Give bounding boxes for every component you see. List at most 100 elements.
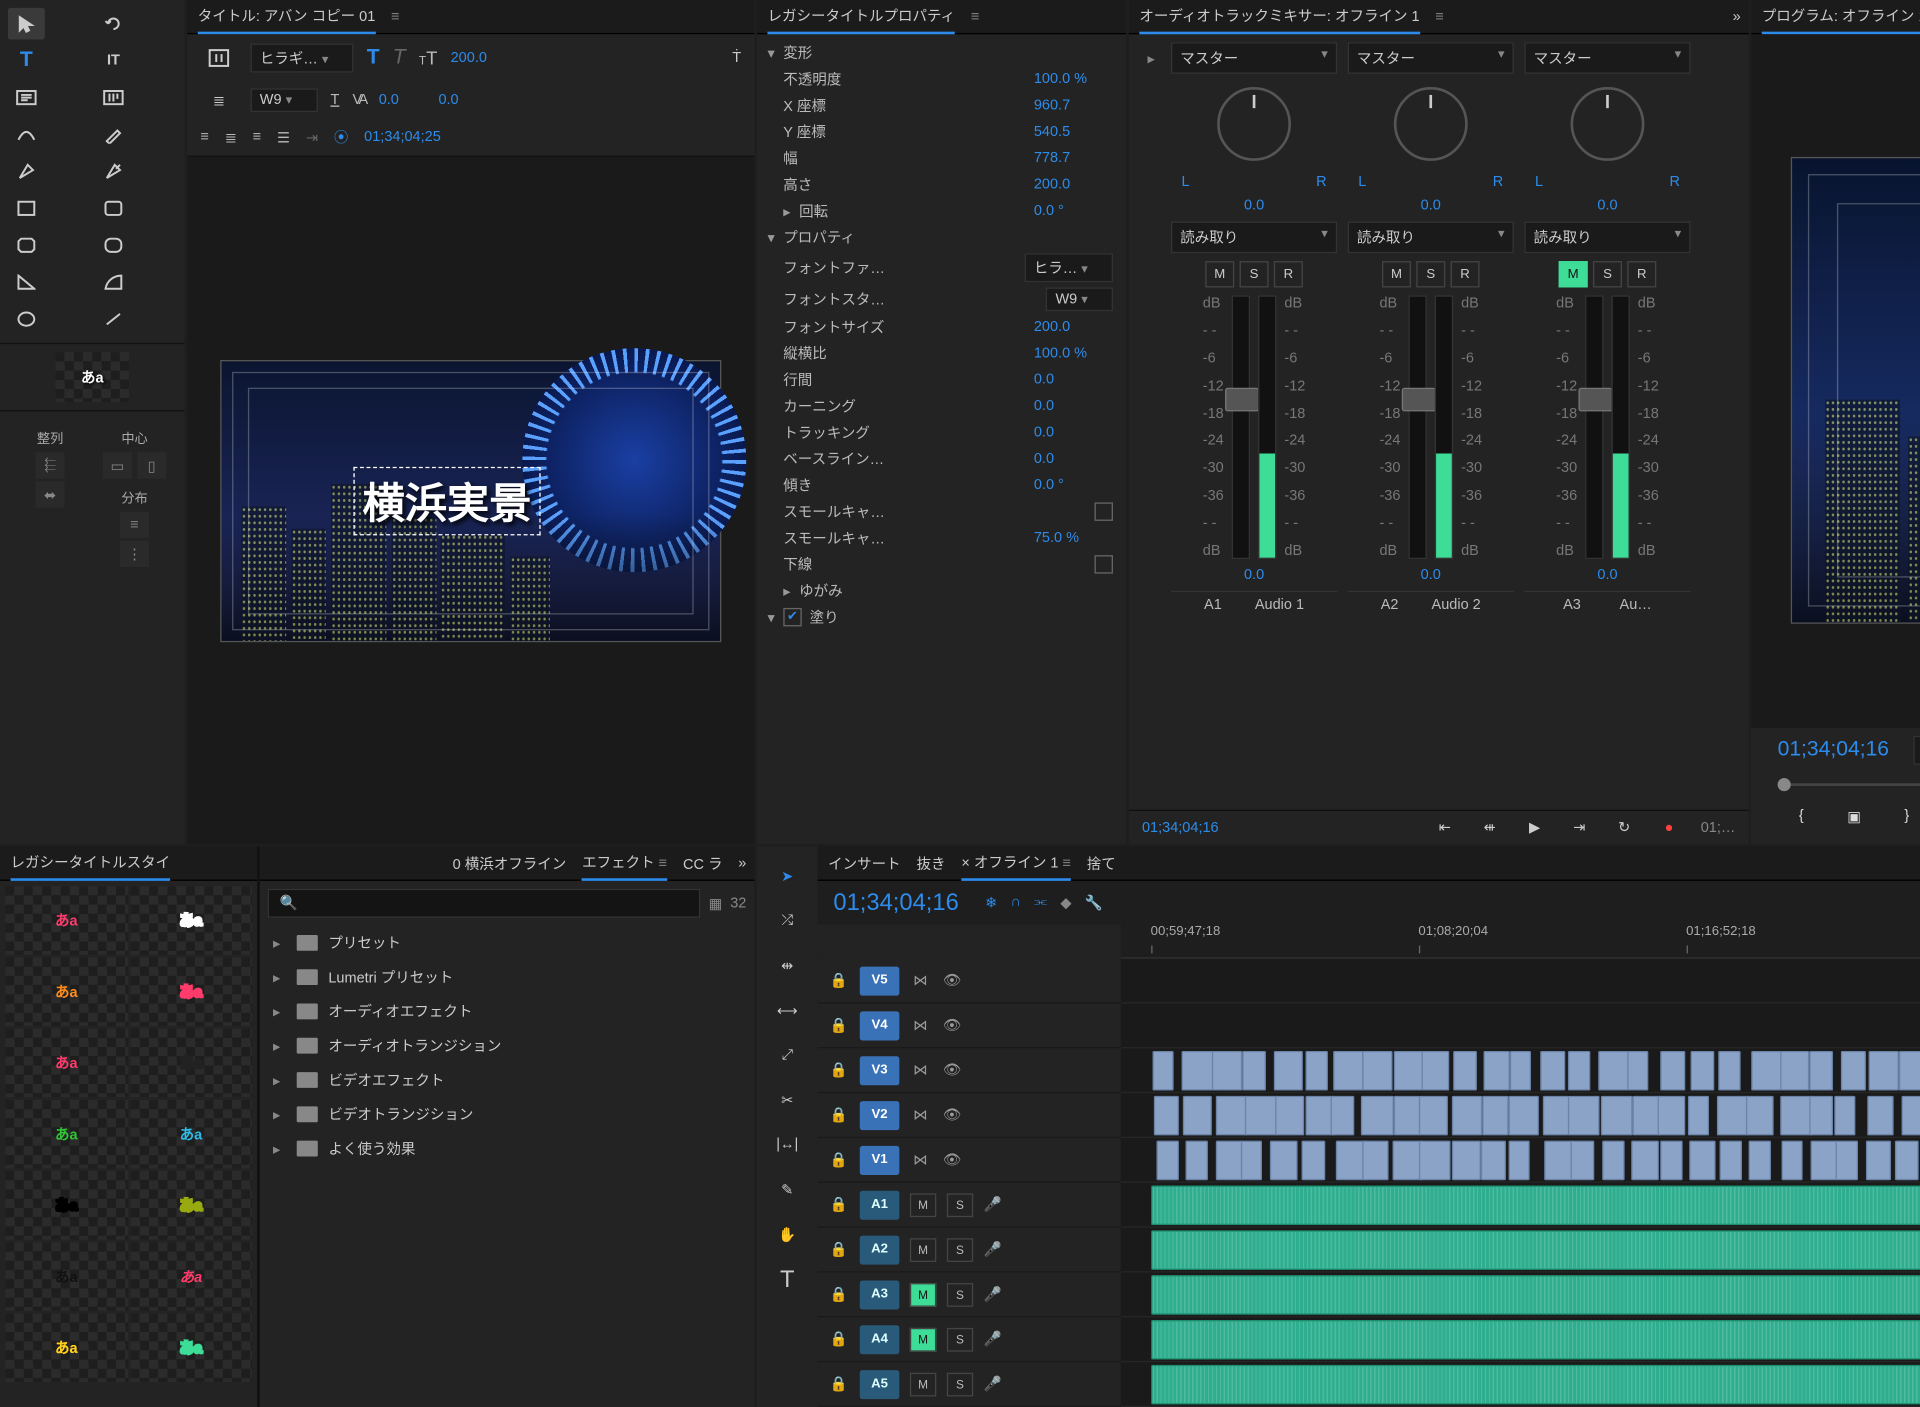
video-clip[interactable] [1660,1051,1686,1091]
title-style-swatch[interactable]: あa [5,1171,127,1240]
align-left[interactable]: ⬱ [36,452,65,478]
prop-checkbox[interactable] [1095,555,1113,573]
visibility-icon[interactable]: 👁 [942,1015,963,1036]
audio-track-badge[interactable]: A1 [860,1190,900,1219]
effects-folder[interactable]: ▸オーディオトランジション [260,1029,755,1063]
effects-folder[interactable]: ▸Lumetri プリセット [260,960,755,994]
solo-button[interactable]: S [1240,261,1269,287]
prop-value[interactable]: 100.0 % [1034,345,1113,361]
visibility-icon[interactable]: 👁 [942,1149,963,1170]
video-clip[interactable] [1869,1051,1900,1091]
video-clip[interactable] [1362,1051,1393,1091]
track-solo-button[interactable]: S [947,1282,973,1306]
audio-track-badge[interactable]: A3 [860,1280,900,1309]
audio-track-badge[interactable]: A4 [860,1325,900,1354]
video-clip[interactable] [1868,1096,1894,1136]
video-clip[interactable] [1274,1051,1302,1091]
effects-tab[interactable]: エフェクト ≡ [582,846,667,880]
title-text-element[interactable]: 横浜実景 [353,466,540,535]
prop-value[interactable]: 778.7 [1034,150,1113,166]
effects-tab[interactable]: CC ラ [683,847,722,879]
video-clip[interactable] [1657,1096,1685,1136]
video-clip[interactable] [1481,1141,1505,1181]
effects-folder[interactable]: ▸ビデオエフェクト [260,1063,755,1097]
video-clip[interactable] [1183,1096,1212,1136]
prop-checkbox[interactable] [1095,502,1113,520]
video-clip[interactable] [1781,1096,1814,1136]
channel-name[interactable]: Au… [1620,597,1652,613]
track-mute-button[interactable]: M [910,1372,936,1396]
video-clip[interactable] [1866,1141,1891,1181]
timeline-timecode[interactable]: 01;34;04;16 [833,889,958,917]
prop-value[interactable]: 0.0 [1034,451,1113,467]
video-track-badge[interactable]: V5 [860,966,900,995]
video-clip[interactable] [1746,1096,1774,1136]
solo-button[interactable]: S [1593,261,1622,287]
lock-icon[interactable]: 🔒 [828,1015,849,1036]
title-style-swatch[interactable]: あa [5,1313,127,1382]
audio-clip[interactable] [1151,1275,1920,1315]
video-clip[interactable] [1245,1096,1277,1136]
track-mute-button[interactable]: M [910,1327,936,1351]
video-clip[interactable] [1602,1141,1626,1181]
effects-more-icon[interactable]: » [738,855,743,871]
sequence-tab[interactable]: 抜き [916,847,945,879]
align-justify-icon[interactable]: ☰ [277,129,290,146]
record-button[interactable]: R [1627,261,1656,287]
video-clip[interactable] [1362,1141,1388,1181]
video-clip[interactable] [1333,1051,1363,1091]
tl-track-select-tool[interactable]: ⤮ [771,905,803,937]
properties-tab[interactable]: レガシータイトルプロパティ [767,0,955,34]
prop-value[interactable]: 200.0 [1034,177,1113,193]
volume-fader[interactable] [1585,295,1603,559]
title-style-swatch[interactable]: あa [130,886,252,955]
video-clip[interactable] [1717,1096,1748,1136]
tl-pen-tool[interactable]: ✎ [771,1174,803,1206]
pen-tool[interactable] [95,119,132,151]
track-solo-button[interactable]: S [947,1193,973,1217]
mute-button[interactable]: M [1382,261,1411,287]
video-clip[interactable] [1301,1141,1325,1181]
lock-icon[interactable]: 🔒 [828,1239,849,1260]
video-clip[interactable] [1216,1096,1248,1136]
mixer-tab[interactable]: オーディオトラックミキサー: オフライン 1 [1139,0,1419,34]
video-clip[interactable] [1186,1141,1208,1181]
voice-over-icon[interactable]: 🎤 [984,1331,1002,1348]
video-track-badge[interactable]: V3 [860,1056,900,1085]
title-style-swatch[interactable]: あa [5,957,127,1026]
fader-value[interactable]: 0.0 [1421,567,1441,583]
video-track-badge[interactable]: V1 [860,1145,900,1174]
fader-value[interactable]: 0.0 [1244,567,1264,583]
audio-clip[interactable] [1151,1230,1920,1270]
video-clip[interactable] [1631,1141,1658,1181]
title-style-swatch[interactable]: あa [5,1100,127,1169]
leading-icon[interactable]: Ṫ [732,50,741,66]
selection-tool[interactable] [8,8,45,40]
tl-slip-tool[interactable]: |↔| [771,1129,803,1161]
program-viewport[interactable]: 横浜実景 [1791,157,1920,624]
fx-badge1-icon[interactable]: ▦ [709,895,723,912]
video-clip[interactable] [1810,1141,1838,1181]
video-clip[interactable] [1599,1051,1630,1091]
properties-menu-icon[interactable]: ≡ [971,9,979,25]
program-tab[interactable]: プログラム: オフライン 1 [1762,0,1920,34]
voice-over-icon[interactable]: 🎤 [984,1196,1002,1213]
pan-value[interactable]: 0.0 [1421,198,1441,214]
tracking-value[interactable]: 0.0 [438,92,458,108]
video-clip[interactable] [1895,1141,1919,1181]
mixer-loop-icon[interactable]: ↻ [1611,819,1637,836]
pan-value[interactable]: 0.0 [1597,198,1617,214]
mixer-step-back-icon[interactable]: ⇺ [1477,819,1503,836]
video-clip[interactable] [1810,1096,1833,1136]
track-header[interactable]: 🔒A4MS🎤 [818,1317,1121,1362]
title-style-swatch[interactable]: あa [130,1242,252,1311]
video-clip[interactable] [1152,1051,1173,1091]
audio-track-badge[interactable]: A5 [860,1369,900,1398]
video-clip[interactable] [1156,1141,1178,1181]
channel-output-select[interactable]: マスター▾ [1171,42,1337,74]
video-clip[interactable] [1419,1141,1451,1181]
mark-out-icon[interactable]: } [1892,802,1920,831]
video-track-badge[interactable]: V4 [860,1011,900,1040]
track-header[interactable]: 🔒V2⋈👁 [818,1093,1121,1138]
tl-markers-icon[interactable]: ◆ [1060,894,1071,911]
